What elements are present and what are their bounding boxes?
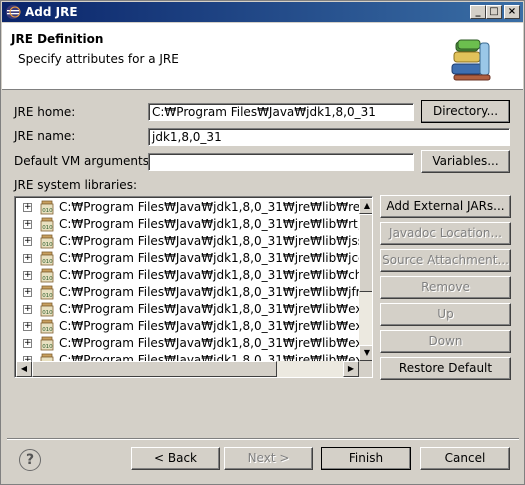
library-path: C:₩Program Files₩Java₩jdk1,8,0_31₩jre₩li… [59, 200, 373, 214]
up-button[interactable]: Up [380, 303, 511, 326]
jre-name-label: JRE name: [14, 129, 76, 143]
title-bar: Add JRE _ □ × [2, 2, 523, 22]
libraries-tree[interactable]: +010 C:₩Program Files₩Java₩jdk1,8,0_31₩jr… [14, 196, 373, 378]
vm-args-label: Default VM arguments: [14, 154, 154, 168]
vertical-scroll-thumb[interactable] [359, 214, 372, 292]
horizontal-scrollbar[interactable]: ◀ ▶ [16, 361, 359, 377]
jre-home-field[interactable]: C:₩Program Files₩Java₩jdk1,8,0_31 [148, 103, 414, 121]
library-path: C:₩Program Files₩Java₩jdk1,8,0_31₩jre₩li… [59, 285, 373, 299]
scroll-up-arrow-icon[interactable]: ▲ [359, 198, 372, 214]
minimize-button[interactable]: _ [470, 5, 486, 19]
expand-icon[interactable]: + [23, 288, 32, 297]
jar-icon: 010 [40, 319, 54, 334]
header-subtitle: Specify attributes for a JRE [18, 52, 179, 66]
footer-separator [7, 438, 519, 440]
scroll-left-arrow-icon[interactable]: ◀ [16, 361, 32, 377]
expand-icon[interactable]: + [23, 271, 32, 280]
jar-icon: 010 [40, 234, 54, 249]
libraries-label: JRE system libraries: [14, 178, 137, 192]
jar-icon: 010 [40, 336, 54, 351]
svg-text:010: 010 [42, 344, 53, 350]
next-button[interactable]: Next > [224, 447, 313, 470]
javadoc-location-button[interactable]: Javadoc Location... [380, 222, 511, 245]
jar-icon: 010 [40, 217, 54, 232]
vm-args-field[interactable] [148, 153, 414, 171]
jre-name-field[interactable]: jdk1,8,0_31 [148, 128, 510, 146]
library-path: C:₩Program Files₩Java₩jdk1,8,0_31₩jre₩li… [59, 268, 373, 282]
expand-icon[interactable]: + [23, 237, 32, 246]
help-icon[interactable]: ? [19, 449, 41, 471]
dialog-header: JRE Definition Specify attributes for a … [2, 23, 523, 90]
restore-default-button[interactable]: Restore Default [380, 357, 511, 380]
scroll-right-arrow-icon[interactable]: ▶ [343, 361, 359, 377]
jar-icon: 010 [40, 200, 54, 215]
expand-icon[interactable]: + [23, 203, 32, 212]
library-path: C:₩Program Files₩Java₩jdk1,8,0_31₩jre₩li… [59, 234, 373, 248]
library-path: C:₩Program Files₩Java₩jdk1,8,0_31₩jre₩li… [59, 217, 373, 231]
add-jre-dialog: Add JRE _ □ × JRE Definition Specify att… [0, 0, 525, 485]
expand-icon[interactable]: + [23, 322, 32, 331]
window-title: Add JRE [25, 5, 78, 19]
directory-button[interactable]: Directory... [421, 100, 510, 123]
down-button[interactable]: Down [380, 330, 511, 353]
svg-text:010: 010 [42, 242, 53, 248]
scroll-down-arrow-icon[interactable]: ▼ [359, 345, 372, 361]
add-external-jars-button[interactable]: Add External JARs... [380, 195, 511, 218]
back-button[interactable]: < Back [131, 447, 220, 470]
scroll-corner [359, 361, 372, 377]
svg-text:010: 010 [42, 259, 53, 265]
expand-icon[interactable]: + [23, 339, 32, 348]
jar-icon: 010 [40, 268, 54, 283]
svg-text:010: 010 [42, 208, 53, 214]
books-icon [451, 39, 491, 81]
jar-icon: 010 [40, 251, 54, 266]
horizontal-scroll-thumb[interactable] [32, 361, 277, 377]
library-path: C:₩Program Files₩Java₩jdk1,8,0_31₩jre₩li… [59, 319, 373, 333]
close-button[interactable]: × [504, 5, 520, 19]
jre-home-label: JRE home: [14, 105, 76, 119]
library-path: C:₩Program Files₩Java₩jdk1,8,0_31₩jre₩li… [59, 302, 373, 316]
svg-text:010: 010 [42, 225, 53, 231]
svg-text:010: 010 [42, 327, 53, 333]
source-attachment-button[interactable]: Source Attachment... [380, 249, 511, 272]
vertical-scrollbar[interactable]: ▲ ▼ [359, 198, 372, 361]
variables-button[interactable]: Variables... [421, 150, 510, 173]
expand-icon[interactable]: + [23, 254, 32, 263]
svg-text:010: 010 [42, 310, 53, 316]
svg-text:010: 010 [42, 276, 53, 282]
jar-icon: 010 [40, 285, 54, 300]
jar-icon: 010 [40, 302, 54, 317]
cancel-button[interactable]: Cancel [420, 447, 510, 470]
maximize-button[interactable]: □ [486, 5, 502, 19]
finish-button[interactable]: Finish [321, 447, 411, 470]
remove-button[interactable]: Remove [380, 276, 511, 299]
header-title: JRE Definition [11, 32, 104, 46]
library-path: C:₩Program Files₩Java₩jdk1,8,0_31₩jre₩li… [59, 251, 373, 265]
library-path: C:₩Program Files₩Java₩jdk1,8,0_31₩jre₩li… [59, 336, 373, 350]
eclipse-icon [6, 5, 21, 19]
expand-icon[interactable]: + [23, 220, 32, 229]
svg-text:010: 010 [42, 293, 53, 299]
expand-icon[interactable]: + [23, 305, 32, 314]
